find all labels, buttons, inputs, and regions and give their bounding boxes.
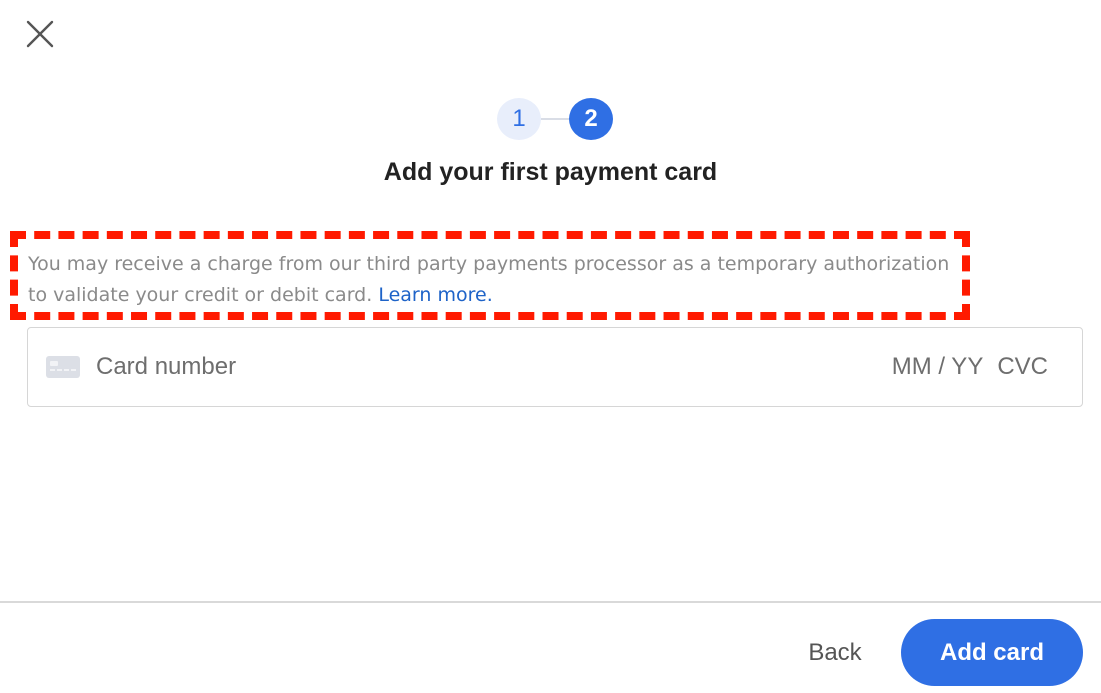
expiry-input[interactable]: MM / YY	[892, 353, 984, 381]
learn-more-link[interactable]: Learn more.	[378, 284, 492, 306]
step-connector	[541, 118, 569, 120]
add-card-button[interactable]: Add card	[901, 619, 1083, 686]
step-2-active: 2	[569, 98, 613, 140]
credit-card-icon	[46, 356, 80, 378]
dialog-title: Add your first payment card	[383, 158, 718, 186]
charge-notice: You may receive a charge from our third …	[28, 249, 958, 311]
close-button[interactable]	[22, 16, 58, 52]
stepper: 1 2	[497, 98, 613, 140]
step-1: 1	[497, 98, 541, 140]
footer-divider	[0, 601, 1101, 603]
card-input-field[interactable]: Card number MM / YY CVC	[27, 327, 1083, 407]
card-number-input[interactable]: Card number	[96, 353, 892, 381]
cvc-input[interactable]: CVC	[997, 353, 1048, 381]
close-icon	[26, 20, 54, 48]
back-button[interactable]: Back	[790, 630, 880, 676]
